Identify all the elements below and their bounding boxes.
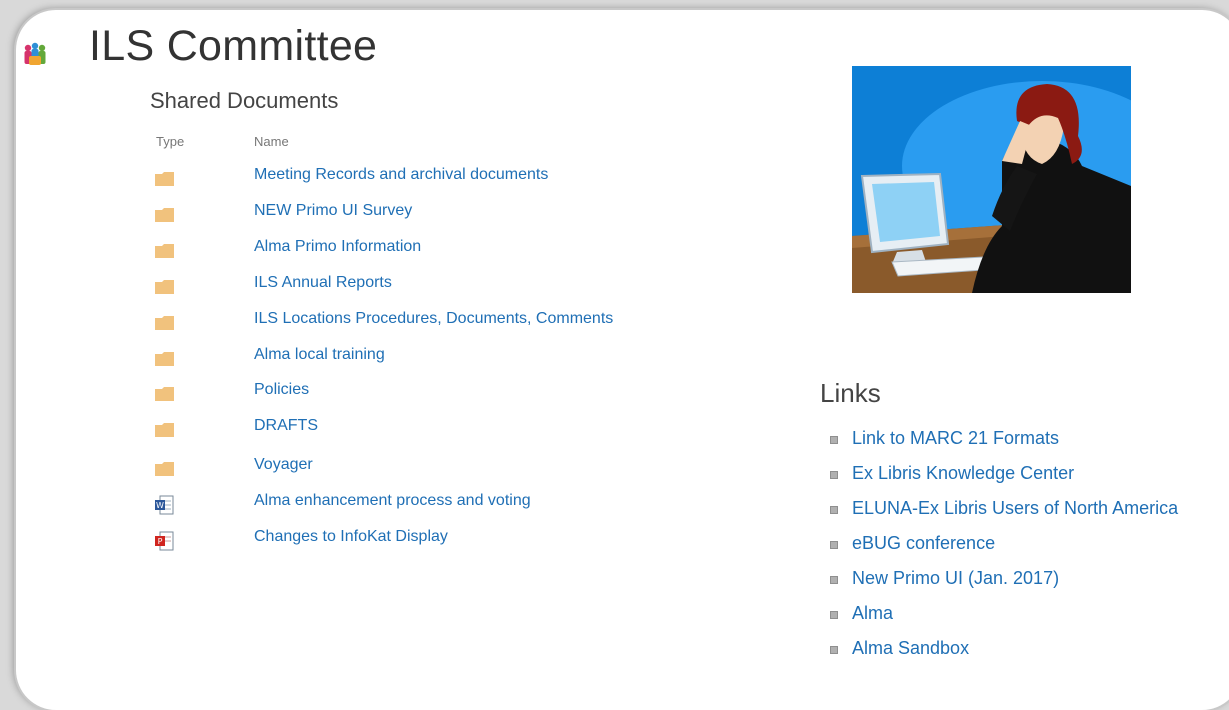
folder-icon xyxy=(154,205,176,225)
document-row[interactable]: Alma local training xyxy=(0,346,700,376)
document-name-link[interactable]: Alma Primo Information xyxy=(254,238,421,256)
document-name-link[interactable]: DRAFTS xyxy=(254,417,318,435)
document-name-link[interactable]: Alma enhancement process and voting xyxy=(254,492,531,510)
name-column-header[interactable]: Name xyxy=(254,134,289,149)
folder-icon xyxy=(154,384,176,404)
link-label[interactable]: ELUNA-Ex Libris Users of North America xyxy=(852,498,1178,519)
site-logo-icon xyxy=(24,42,46,65)
bullet-icon xyxy=(830,436,838,444)
pdf-document-icon: P xyxy=(154,531,176,551)
shared-documents-title[interactable]: Shared Documents xyxy=(150,88,338,114)
document-name-link[interactable]: NEW Primo UI Survey xyxy=(254,202,412,220)
document-name-link[interactable]: Meeting Records and archival documents xyxy=(254,166,548,184)
document-row[interactable]: NEW Primo UI Survey xyxy=(0,202,700,232)
folder-icon xyxy=(154,241,176,261)
folder-icon xyxy=(154,349,176,369)
document-row[interactable]: ILS Annual Reports xyxy=(0,274,700,304)
word-document-icon: W xyxy=(154,495,176,515)
svg-text:P: P xyxy=(158,537,163,546)
document-name-link[interactable]: Alma local training xyxy=(254,346,385,364)
document-name-link[interactable]: ILS Locations Procedures, Documents, Com… xyxy=(254,310,613,328)
document-name-link[interactable]: Voyager xyxy=(254,456,313,474)
folder-icon xyxy=(154,169,176,189)
document-row[interactable]: Meeting Records and archival documents xyxy=(0,166,700,196)
document-row[interactable]: Alma Primo Information xyxy=(0,238,700,268)
folder-icon xyxy=(154,420,176,440)
link-label[interactable]: Ex Libris Knowledge Center xyxy=(852,463,1074,484)
svg-text:W: W xyxy=(156,501,164,510)
bullet-icon xyxy=(830,471,838,479)
document-row[interactable]: Policies xyxy=(0,381,700,411)
bullet-icon xyxy=(830,611,838,619)
link-label[interactable]: New Primo UI (Jan. 2017) xyxy=(852,568,1059,589)
type-column-header[interactable]: Type xyxy=(156,134,184,149)
person-at-computer-illustration xyxy=(852,66,1131,293)
bullet-icon xyxy=(830,541,838,549)
link-label[interactable]: Alma xyxy=(852,603,893,624)
link-label[interactable]: Link to MARC 21 Formats xyxy=(852,428,1059,449)
document-name-link[interactable]: ILS Annual Reports xyxy=(254,274,392,292)
folder-icon xyxy=(154,459,176,479)
bullet-icon xyxy=(830,646,838,654)
document-row[interactable]: DRAFTS xyxy=(0,417,700,447)
folder-icon xyxy=(154,277,176,297)
bullet-icon xyxy=(830,506,838,514)
document-row[interactable]: Voyager xyxy=(0,456,700,486)
document-row[interactable]: P Changes to InfoKat Display xyxy=(0,528,700,558)
links-title: Links xyxy=(820,378,881,408)
bullet-icon xyxy=(830,576,838,584)
document-row[interactable]: W Alma enhancement process and voting xyxy=(0,492,700,522)
document-row[interactable]: ILS Locations Procedures, Documents, Com… xyxy=(0,310,700,340)
folder-icon xyxy=(154,313,176,333)
document-name-link[interactable]: Changes to InfoKat Display xyxy=(254,528,448,546)
site-title: ILS Committee xyxy=(89,22,378,70)
link-label[interactable]: eBUG conference xyxy=(852,533,995,554)
link-label[interactable]: Alma Sandbox xyxy=(852,638,969,659)
document-name-link[interactable]: Policies xyxy=(254,381,309,399)
